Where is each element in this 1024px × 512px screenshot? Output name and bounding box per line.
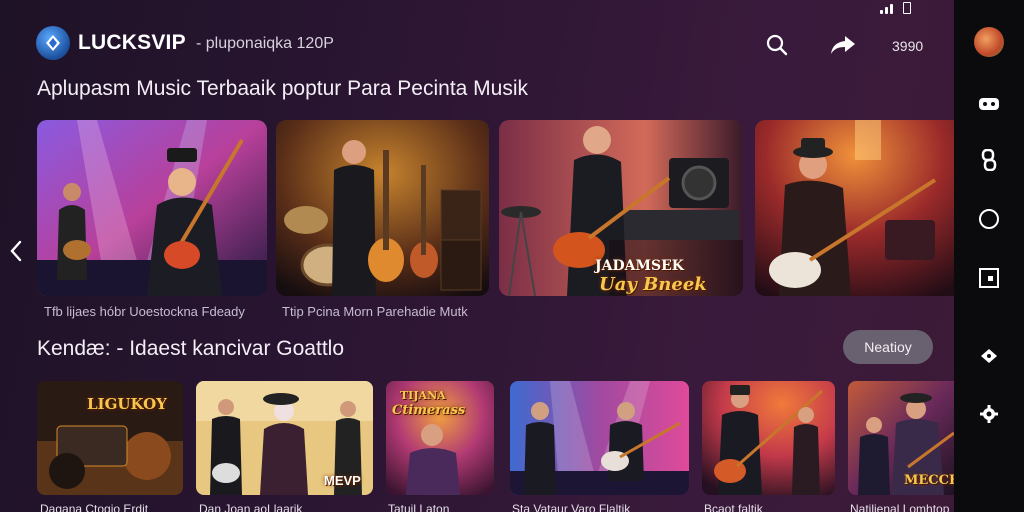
settings-icon[interactable] [976, 401, 1002, 427]
list-card-1-caption: Dagana Ctogio Erdit [40, 502, 149, 512]
featured-card-2[interactable] [276, 120, 489, 296]
list-card-1-poster: LIGUKOY [87, 395, 167, 413]
list-card-5[interactable] [702, 381, 835, 495]
list-card-6[interactable]: MECCE [848, 381, 954, 495]
featured-card-2-caption: Ttip Pcina Morn Parehadie Mutk [282, 304, 468, 319]
logo-icon [46, 35, 60, 51]
list-card-2[interactable]: MEVP [196, 381, 373, 495]
list-card-3-poster-line-1: TIJANA [400, 389, 446, 402]
section-title: Aplupasm Music Terbaaik poptur Para Peci… [37, 77, 529, 100]
share-button[interactable] [828, 30, 858, 60]
list-card-2-caption: Dan Joan aoLlaarik [199, 502, 303, 512]
gamepad-icon[interactable] [976, 91, 1002, 117]
list-card-3-poster-line-2: Ctimerass [392, 403, 466, 418]
concert-thumbnail [276, 120, 489, 296]
carousel-prev-button[interactable] [6, 236, 26, 266]
app-name: LUCKSVIP [78, 31, 186, 54]
search-button[interactable] [762, 30, 792, 60]
share-icon [831, 36, 855, 54]
main-content: LUCKSVIP - pluponaiqka 120P 3990 Aplupas… [0, 0, 954, 512]
concert-thumbnail [702, 381, 835, 495]
concert-thumbnail [37, 120, 267, 296]
avatar[interactable] [974, 27, 1004, 57]
chevron-left-icon [10, 240, 22, 262]
list-card-4[interactable] [510, 381, 689, 495]
home-circle-icon[interactable] [976, 206, 1002, 232]
list-card-4-caption: Sta Vataur Varo Flaltik [512, 502, 631, 512]
concert-thumbnail [755, 120, 954, 296]
featured-card-3-poster-line-1: JADAMSEK [595, 258, 684, 274]
list-card-2-poster: MEVP [324, 473, 361, 488]
featured-card-1-caption: Tfb lijaes hóbr Uoestockna Fdeady [44, 304, 245, 319]
app-logo[interactable] [36, 26, 70, 60]
search-icon [766, 34, 788, 56]
list-card-5-caption: Bcaot faltik [704, 502, 763, 512]
featured-card-3-poster-line-2: Uay Bneek [599, 274, 707, 295]
cast-icon[interactable] [976, 343, 1002, 369]
section-title: Kendæ: - Idaest kancivar Goattlo [37, 337, 344, 360]
list-card-1[interactable]: LIGUKOY [37, 381, 183, 495]
app-subtitle: - pluponaiqka 120P [196, 35, 334, 52]
list-card-3-caption: Tatuil Laton [388, 502, 450, 512]
featured-card-4[interactable] [755, 120, 954, 296]
side-rail [954, 0, 1024, 512]
featured-card-1[interactable] [37, 120, 267, 296]
window-icon[interactable] [976, 265, 1002, 291]
link-icon[interactable] [976, 147, 1002, 173]
concert-thumbnail [510, 381, 689, 495]
header-count: 3990 [892, 38, 924, 54]
list-card-6-poster: MECCE [904, 473, 954, 488]
see-more-button[interactable]: Neatioy [843, 330, 933, 364]
featured-card-3[interactable]: JADAMSEK Uay Bneek [499, 120, 743, 296]
list-card-6-caption: Natilienal Lomhtop [850, 502, 950, 512]
list-card-3[interactable]: TIJANA Ctimerass [386, 381, 494, 495]
